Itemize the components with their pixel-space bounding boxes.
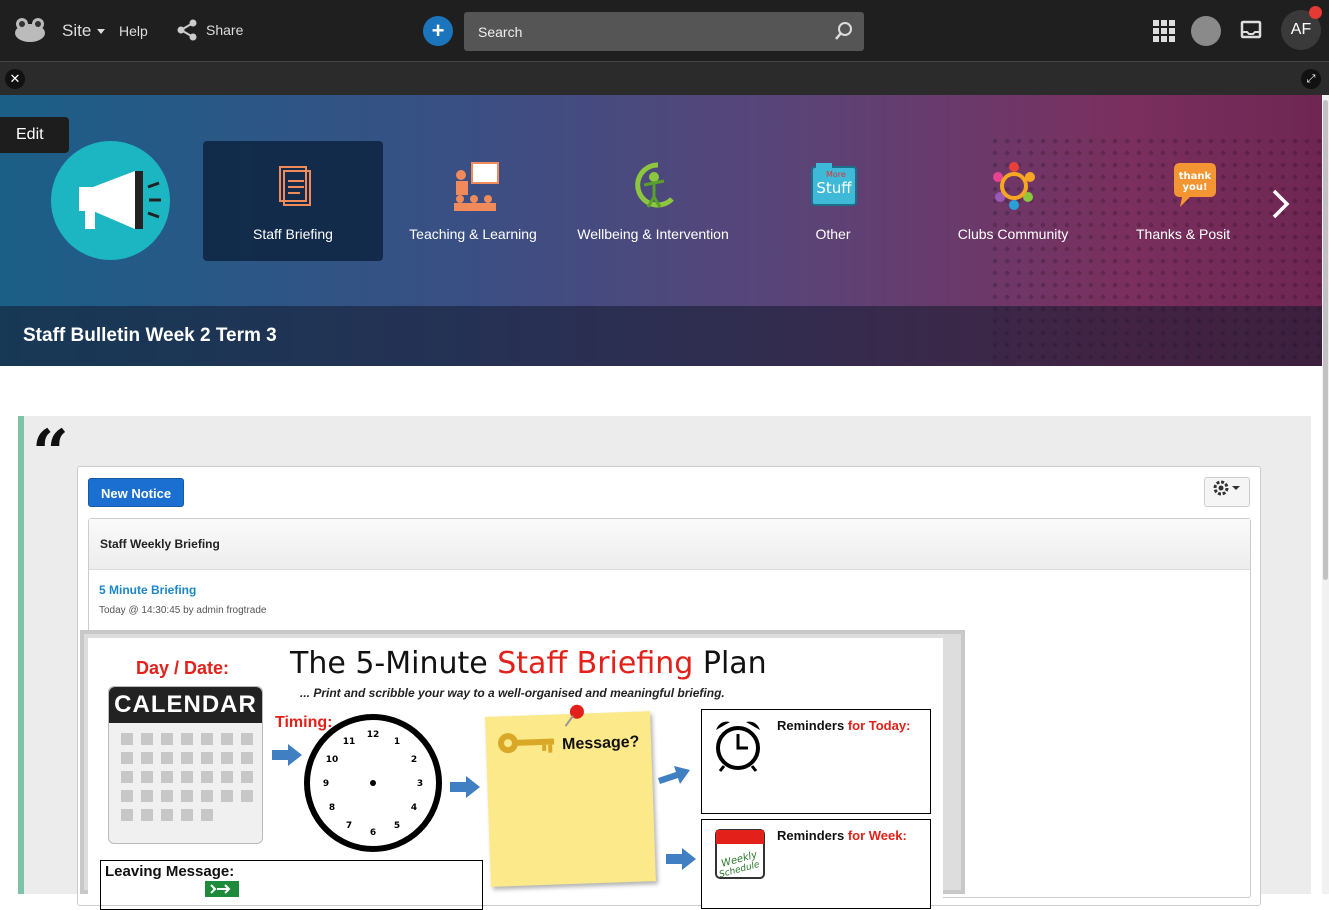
clock-number: 9 <box>323 779 329 789</box>
clock-number: 10 <box>326 755 339 765</box>
arrow-right-icon <box>450 776 480 798</box>
site-label: Site <box>62 21 92 40</box>
share-button[interactable]: Share <box>176 19 243 41</box>
arrow-right-icon <box>666 848 696 870</box>
fullscreen-icon[interactable]: ⤢ <box>1301 69 1321 89</box>
caret-down-icon <box>97 29 106 35</box>
leaving-message-box: Leaving Message: <box>100 860 483 910</box>
frog-logo-icon[interactable] <box>13 17 47 43</box>
community-circle-icon <box>993 162 1035 210</box>
clock-number: 8 <box>329 803 335 813</box>
tab-other[interactable]: Stuff More Other <box>743 141 923 261</box>
briefing-plan-image: Day / Date: The 5-Minute Staff Briefing … <box>80 630 965 910</box>
wellbeing-figure-icon <box>635 162 674 208</box>
title-part-1: The 5-Minute <box>290 646 498 681</box>
clock-number: 2 <box>411 755 417 765</box>
megaphone-icon <box>51 141 170 260</box>
tab-teaching-learning[interactable]: Teaching & Learning <box>383 141 563 261</box>
day-date-label: Day / Date: <box>136 658 230 678</box>
title-red: Staff Briefing <box>497 646 694 681</box>
close-icon[interactable]: ✕ <box>5 69 25 89</box>
notice-meta: Today @ 14:30:45 by admin frogtrade <box>99 605 267 616</box>
clock-number: 3 <box>417 779 423 789</box>
search-bar <box>464 12 864 51</box>
search-input[interactable] <box>464 12 824 51</box>
arrow-right-icon <box>272 744 302 766</box>
reminders-week-box: Weekly Schedule Reminders for Week: <box>701 819 931 909</box>
exit-sign-icon <box>205 881 239 897</box>
briefing-document-icon <box>279 166 311 206</box>
clock-number: 1 <box>394 737 400 747</box>
sticky-note: Message? <box>485 704 656 887</box>
weekly-schedule-icon: WeeklySchedule <box>715 829 765 880</box>
notice-title-link[interactable]: 5 Minute Briefing <box>99 583 196 597</box>
title-part-2: Plan <box>693 646 767 681</box>
tab-wellbeing-intervention[interactable]: Wellbeing & Intervention <box>563 141 743 261</box>
svg-text:you!: you! <box>1182 182 1207 193</box>
reminders-today-label: Reminders for Today: <box>777 718 911 733</box>
page-title-bar: Staff Bulletin Week 2 Term 3 <box>0 306 1329 366</box>
svg-text:Stuff: Stuff <box>816 179 852 197</box>
add-plus-button[interactable]: + <box>423 16 453 46</box>
notification-badge <box>1309 6 1322 19</box>
inbox-icon[interactable] <box>1240 20 1262 47</box>
tab-label: Thanks & Positi <box>1136 226 1230 242</box>
tab-staff-briefing[interactable]: Staff Briefing <box>203 141 383 261</box>
help-link[interactable]: Help <box>119 23 148 39</box>
share-icon <box>177 19 197 41</box>
reminders-week-label: Reminders for Week: <box>777 828 907 843</box>
tab-clubs-community[interactable]: Clubs Community <box>923 141 1103 261</box>
tab-thanks-positive[interactable]: thank you! Thanks & Positi <box>1103 141 1283 261</box>
arrow-up-right-icon <box>658 766 690 784</box>
tab-label: Wellbeing & Intervention <box>577 226 729 242</box>
search-icon[interactable] <box>834 21 854 41</box>
key-icon <box>498 733 555 754</box>
clock-number: 12 <box>367 730 380 740</box>
reminders-today-box: Reminders for Today: <box>701 709 931 814</box>
header-banner: Edit Staff Briefing Teaching & Learning … <box>0 95 1329 366</box>
clock-number: 6 <box>370 828 376 838</box>
apps-grid-icon[interactable] <box>1153 20 1175 42</box>
briefing-sheet: Day / Date: The 5-Minute Staff Briefing … <box>88 638 943 910</box>
message-label: Message? <box>561 733 640 754</box>
tab-label: Clubs Community <box>957 226 1069 242</box>
gear-icon <box>1213 480 1240 496</box>
site-menu[interactable]: Site <box>62 21 106 41</box>
top-navigation-bar: Site Help Share + AF <box>0 0 1329 62</box>
calendar-label: CALENDAR <box>109 687 262 723</box>
clock-icon: 12 1 2 3 4 5 6 7 8 9 10 11 <box>304 714 442 852</box>
scrollbar-thumb[interactable] <box>1323 100 1328 580</box>
new-notice-button[interactable]: New Notice <box>88 478 185 507</box>
tab-label: Teaching & Learning <box>409 226 537 242</box>
page-tools-bar: ✕ ⤢ <box>0 62 1329 95</box>
tab-label: Staff Briefing <box>253 226 333 242</box>
leaving-message-label: Leaving Message: <box>105 863 235 880</box>
status-circle-button[interactable] <box>1191 16 1221 46</box>
calendar-icon: CALENDAR <box>108 686 263 844</box>
settings-dropdown-button[interactable] <box>1204 477 1250 507</box>
plan-title: The 5-Minute Staff Briefing Plan <box>290 646 767 681</box>
thank-you-bubble-icon: thankyou! <box>1174 163 1216 207</box>
alarm-clock-icon <box>716 721 760 772</box>
notice-box-title: Staff Weekly Briefing <box>89 519 1250 570</box>
svg-text:thank: thank <box>1179 171 1212 182</box>
chevron-right-icon[interactable] <box>1268 187 1292 230</box>
plan-subtitle: ... Print and scribble your way to a wel… <box>300 686 725 700</box>
clock-number: 5 <box>394 821 400 831</box>
svg-text:More: More <box>826 170 846 179</box>
more-stuff-folder-icon: StuffMore <box>811 163 857 206</box>
clock-number: 4 <box>411 803 417 813</box>
clock-number: 11 <box>343 737 356 747</box>
quote-mark-icon: “ <box>32 416 69 491</box>
share-label: Share <box>206 22 244 38</box>
clock-number: 7 <box>346 821 352 831</box>
pushpin-icon <box>564 704 584 727</box>
tab-label: Other <box>815 226 851 242</box>
page-title: Staff Bulletin Week 2 Term 3 <box>23 325 277 346</box>
teacher-presentation-icon <box>454 162 499 211</box>
